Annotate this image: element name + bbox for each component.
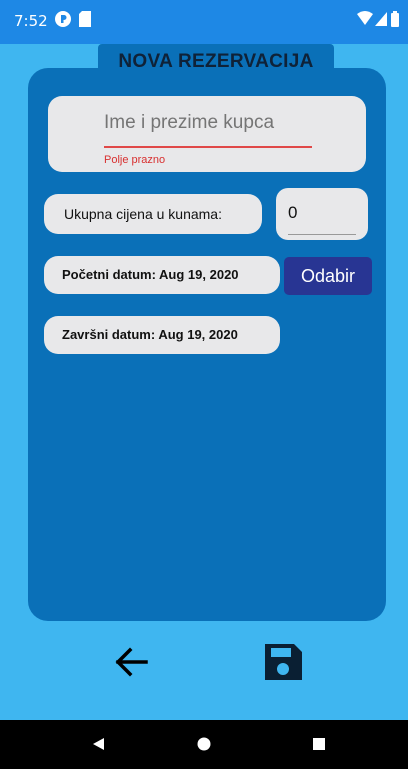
start-date-label: Početni datum: <box>62 267 156 282</box>
square-recents-icon[interactable] <box>312 737 326 751</box>
status-bar: 7:52 <box>0 0 408 44</box>
name-input-underline <box>104 146 312 148</box>
triangle-back-icon[interactable] <box>92 737 106 751</box>
price-input-underline <box>288 234 356 235</box>
back-button[interactable] <box>112 640 152 689</box>
sd-card-icon <box>79 11 91 27</box>
circle-home-icon[interactable] <box>197 737 211 751</box>
save-button[interactable] <box>262 640 304 689</box>
wifi-icon <box>357 11 373 25</box>
price-value: 0 <box>288 203 298 222</box>
start-date-value: Aug 19, 2020 <box>159 267 239 282</box>
app-notification-icon <box>55 11 71 27</box>
customer-name-card: Polje prazno <box>48 96 366 172</box>
status-time: 7:52 <box>14 12 48 30</box>
end-date-value: Aug 19, 2020 <box>158 327 238 342</box>
price-label: Ukupna cijena u kunama: <box>44 194 262 234</box>
battery-icon <box>391 11 399 27</box>
end-date-display: Završni datum: Aug 19, 2020 <box>44 316 280 354</box>
pick-date-button[interactable]: Odabir <box>284 257 372 295</box>
customer-name-input[interactable] <box>104 112 312 134</box>
page-title: NOVA REZERVACIJA <box>98 44 334 78</box>
price-input[interactable]: 0 <box>276 188 368 240</box>
end-date-label: Završni datum: <box>62 327 156 342</box>
signal-icon <box>375 12 387 26</box>
android-nav-bar <box>0 720 408 769</box>
floppy-disk-icon <box>265 644 302 680</box>
start-date-display: Početni datum: Aug 19, 2020 <box>44 256 280 294</box>
arrow-left-icon <box>115 647 148 677</box>
name-error-text: Polje prazno <box>104 154 166 166</box>
